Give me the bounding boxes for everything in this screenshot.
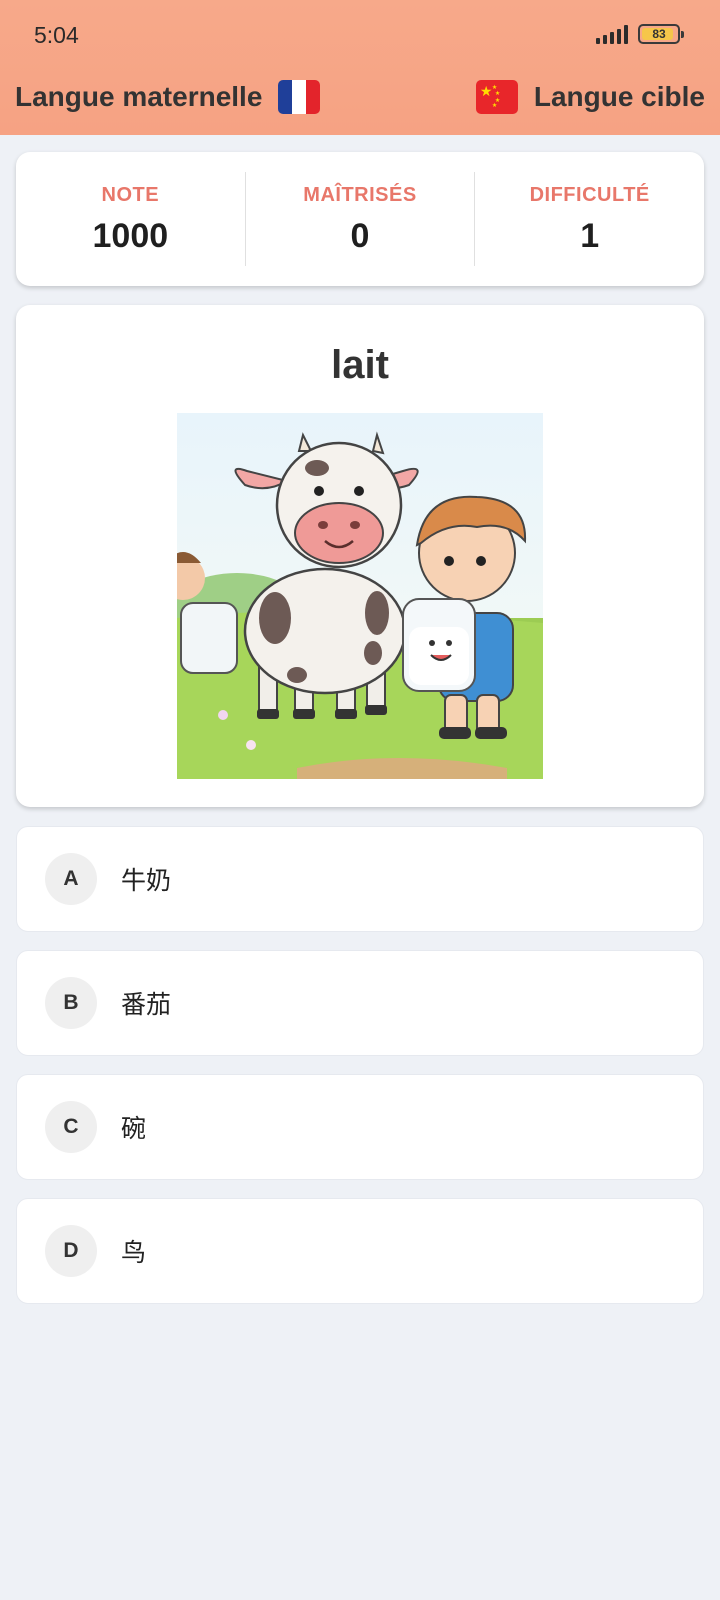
battery-icon: 83 xyxy=(638,24,684,44)
stat-note: NOTE 1000 xyxy=(16,152,245,286)
stat-mastered-value: 0 xyxy=(350,217,370,255)
option-letter-badge: C xyxy=(45,1101,97,1153)
signal-icon xyxy=(596,24,628,44)
question-card: lait xyxy=(16,305,704,807)
stat-note-label: NOTE xyxy=(101,184,160,206)
target-language-label: Langue cible xyxy=(533,81,705,112)
stat-note-value: 1000 xyxy=(92,217,169,255)
native-language-label: Langue maternelle xyxy=(15,81,263,112)
option-text: 碗 xyxy=(121,1114,147,1143)
stat-difficulty-value: 1 xyxy=(580,217,600,255)
option-letter-badge: B xyxy=(45,977,97,1029)
battery-level: 83 xyxy=(652,27,666,41)
native-language-selector[interactable]: Langue maternelle xyxy=(15,80,321,114)
stat-difficulty-label: DIFFICULTÉ xyxy=(529,184,650,206)
option-text: 番茄 xyxy=(121,990,172,1019)
stat-mastered: MAÎTRISÉS 0 xyxy=(244,172,475,266)
answer-option-a[interactable]: A 牛奶 xyxy=(16,826,704,932)
option-letter-badge: A xyxy=(45,853,97,905)
china-flag-icon: ★ ★ ★ ★ ★ xyxy=(475,80,518,114)
question-word: lait xyxy=(331,343,389,387)
france-flag-icon xyxy=(278,80,321,114)
target-language-selector[interactable]: ★ ★ ★ ★ ★ Langue cible xyxy=(475,80,705,114)
stats-card: NOTE 1000 MAÎTRISÉS 0 DIFFICULTÉ 1 xyxy=(16,152,704,286)
status-time: 5:04 xyxy=(34,22,79,48)
answer-option-c[interactable]: C 碗 xyxy=(16,1074,704,1180)
status-icons: 83 xyxy=(596,24,684,44)
option-text: 牛奶 xyxy=(121,866,172,895)
stat-mastered-label: MAÎTRISÉS xyxy=(303,184,417,206)
option-text: 鸟 xyxy=(121,1238,147,1267)
cow-milk-illustration xyxy=(177,413,543,779)
stat-difficulty: DIFFICULTÉ 1 xyxy=(474,172,704,266)
answer-option-d[interactable]: D 鸟 xyxy=(16,1198,704,1304)
answer-option-b[interactable]: B 番茄 xyxy=(16,950,704,1056)
app-header: 5:04 83 Langue maternelle ★ ★ ★ ★ ★ Lang… xyxy=(0,0,720,135)
option-letter-badge: D xyxy=(45,1225,97,1277)
